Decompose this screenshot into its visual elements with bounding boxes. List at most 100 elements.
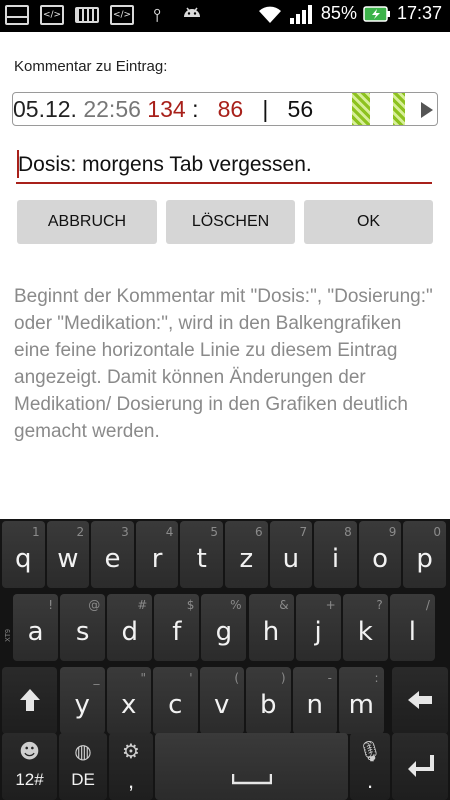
key-hint-label: ) bbox=[280, 671, 286, 685]
shift-key[interactable] bbox=[2, 667, 57, 734]
emoji-symbols-key[interactable]: ☻ 12# bbox=[2, 733, 57, 800]
key-hint-label: 5 bbox=[210, 525, 218, 539]
key-d[interactable]: # d bbox=[107, 594, 153, 661]
key-u[interactable]: 7u bbox=[269, 521, 313, 588]
key-z[interactable]: 6z bbox=[225, 521, 268, 588]
language-label: DE bbox=[71, 770, 95, 789]
entry-separator-bar: | bbox=[262, 96, 269, 122]
key-label: f bbox=[172, 617, 182, 647]
key-label: l bbox=[408, 617, 416, 647]
key-label: b bbox=[259, 690, 277, 720]
space-key[interactable] bbox=[155, 733, 348, 800]
key-s[interactable]: @ s bbox=[60, 594, 106, 661]
key-h[interactable]: & h bbox=[248, 594, 294, 661]
entry-summary[interactable]: 05.12. 22:56 134 : 86 | 56 bbox=[12, 92, 438, 126]
backspace-key[interactable] bbox=[392, 667, 448, 734]
microphone-icon: 🎙 bbox=[357, 739, 383, 763]
entry-pulse: 56 bbox=[287, 96, 314, 122]
key-hint-label: ' bbox=[189, 671, 193, 685]
key-a[interactable]: ! a bbox=[13, 594, 59, 661]
key-i[interactable]: 8i bbox=[314, 521, 357, 588]
key-hint-label: / bbox=[425, 598, 430, 612]
battery-charging-icon bbox=[363, 5, 390, 22]
key-q[interactable]: 1q bbox=[2, 521, 45, 588]
key-hint-label: @ bbox=[88, 598, 101, 612]
key-label: c bbox=[168, 690, 183, 720]
code-icon: </> bbox=[39, 4, 65, 26]
globe-icon: ◍ bbox=[74, 739, 92, 763]
key-label: p bbox=[416, 544, 433, 574]
entry-systolic: 134 bbox=[147, 96, 186, 122]
key-r[interactable]: 4r bbox=[135, 521, 179, 588]
clock: 17:37 bbox=[396, 3, 442, 23]
key-hint-label: + bbox=[325, 598, 336, 612]
key-c[interactable]: ' c bbox=[153, 667, 198, 734]
key-label: t bbox=[196, 544, 207, 574]
key-hint-label: _ bbox=[93, 671, 100, 685]
key-f[interactable]: $ f bbox=[154, 594, 200, 661]
cancel-button[interactable]: ABBRUCH bbox=[17, 200, 157, 244]
symbols-label: 12# bbox=[15, 770, 44, 789]
ok-button[interactable]: OK bbox=[304, 200, 433, 244]
key-label: h bbox=[262, 617, 280, 647]
delete-button[interactable]: LÖSCHEN bbox=[166, 200, 295, 244]
key-hint-label: $ bbox=[186, 598, 195, 612]
key-hint-label: 2 bbox=[76, 525, 85, 539]
language-key[interactable]: ◍ DE bbox=[59, 733, 107, 800]
key-hint-label: 3 bbox=[121, 525, 129, 539]
system-icons: 85% 17:37 bbox=[257, 3, 442, 24]
key-w[interactable]: 2w bbox=[46, 521, 90, 588]
comment-input[interactable] bbox=[16, 148, 432, 184]
comma-key[interactable]: ⚙ , bbox=[109, 733, 153, 800]
key-g[interactable]: % g bbox=[201, 594, 247, 661]
key-hint-label: : bbox=[374, 671, 379, 685]
key-label: r bbox=[151, 544, 163, 574]
key-o[interactable]: 9o bbox=[358, 521, 402, 588]
usb-icon: ⫯ bbox=[153, 4, 161, 26]
key-label: g bbox=[215, 617, 233, 647]
key-y[interactable]: _ y bbox=[60, 667, 105, 734]
battery-percent: 85% bbox=[320, 3, 357, 23]
key-n[interactable]: -n bbox=[292, 667, 337, 734]
key-hint-label: ? bbox=[376, 598, 383, 612]
key-hint-label: 6 bbox=[254, 525, 263, 539]
key-hint-label: ( bbox=[234, 671, 239, 685]
soft-keyboard: 1q2w3e4r5t6z7u8i9o0p ! a @ s # d $ f% g & h + j? k / l … bbox=[0, 519, 450, 800]
period-key[interactable]: 🎙 . bbox=[350, 733, 390, 800]
entry-values: 05.12. 22:56 134 : 86 | 56 bbox=[13, 96, 313, 123]
key-t[interactable]: 5t bbox=[180, 521, 223, 588]
key-label: u bbox=[282, 544, 300, 574]
android-icon bbox=[179, 4, 205, 26]
key-b[interactable]: ) b bbox=[246, 667, 291, 734]
key-label: m bbox=[348, 690, 374, 720]
xt9-label: XT9 bbox=[4, 629, 12, 642]
key-p[interactable]: 0p bbox=[403, 521, 446, 588]
key-hint-label: # bbox=[137, 598, 148, 612]
key-label: y bbox=[74, 690, 90, 720]
shift-arrow-icon bbox=[20, 689, 40, 711]
status-marker bbox=[352, 93, 370, 125]
enter-key[interactable] bbox=[392, 733, 448, 800]
key-j[interactable]: + j bbox=[295, 594, 341, 661]
period-label: . bbox=[366, 768, 374, 793]
code-icon: </> bbox=[109, 4, 135, 26]
key-k[interactable]: ? k bbox=[342, 594, 388, 661]
enter-arrow-icon bbox=[408, 755, 434, 777]
key-hint-label: 0 bbox=[433, 525, 441, 539]
key-label: n bbox=[306, 690, 323, 720]
dialog-title: Kommentar zu Eintrag: bbox=[14, 58, 168, 75]
key-l[interactable]: / l bbox=[389, 594, 435, 661]
key-label: o bbox=[372, 544, 389, 574]
comma-label: , bbox=[127, 768, 135, 793]
text-cursor bbox=[17, 150, 19, 178]
key-hint-label: " bbox=[140, 671, 146, 685]
key-m[interactable]: :m bbox=[339, 667, 384, 734]
key-x[interactable]: " x bbox=[106, 667, 151, 734]
entry-separator-colon: : bbox=[192, 96, 199, 122]
key-hint-label: ! bbox=[48, 598, 54, 612]
keyboard-icon bbox=[74, 4, 100, 26]
key-hint-label: 8 bbox=[344, 525, 352, 539]
key-v[interactable]: (v bbox=[199, 667, 244, 734]
play-arrow-icon[interactable] bbox=[421, 102, 433, 118]
key-e[interactable]: 3e bbox=[91, 521, 134, 588]
